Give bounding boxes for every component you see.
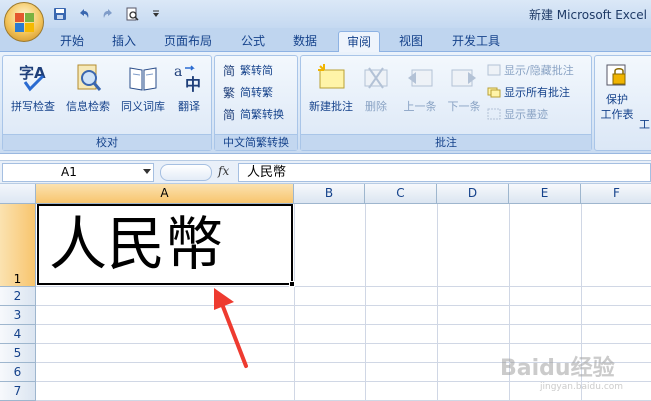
column-header-b[interactable]: B [294,184,365,204]
tab-page-layout[interactable]: 页面布局 [156,31,220,52]
previous-comment-button[interactable]: 上一条 [395,60,445,130]
column-header-c[interactable]: C [365,184,437,204]
undo-icon[interactable] [74,5,94,23]
tab-view[interactable]: 视图 [391,31,431,52]
gridline [36,324,651,325]
comments-group-label: 批注 [301,134,591,150]
next-comment-icon [448,62,480,94]
window-title: 新建 Microsoft Excel [528,8,647,22]
customize-icon[interactable] [146,5,166,23]
formula-bar: A1 fx 人民幣 [0,160,651,184]
tab-insert[interactable]: 插入 [104,31,144,52]
row-header-7[interactable]: 7 [0,382,36,401]
office-logo-icon [15,13,35,33]
select-all-button[interactable] [0,184,36,204]
new-comment-icon [315,62,347,94]
chinese-conversion-group: 简 繁转简 繁 简转繁 简 简繁转换 中文简繁转换 [214,55,298,151]
protect-sheet-button[interactable]: 保护 工作表 [597,60,637,130]
quick-access-toolbar [50,4,166,24]
title-bar: 新建 Microsoft Excel [0,0,651,28]
row-header-6[interactable]: 6 [0,363,36,382]
comments-group: 新建批注 删除 上一条 下一条 显示/隐藏批注 显示所有批注 显示墨迹 批注 [300,55,592,151]
gridline [365,204,366,401]
translate-icon: a中 [173,62,205,94]
to-traditional-button[interactable]: 繁 简转繁 [223,82,273,102]
svg-text:a: a [174,64,182,80]
show-all-comments-icon [487,85,501,99]
proofing-group: 字A 拼写检查 信息检索 同义词库 a中 翻译 校对 [2,55,212,151]
name-box[interactable]: A1 [2,163,154,182]
svg-text:简: 简 [223,108,235,121]
tab-formulas[interactable]: 公式 [233,31,273,52]
delete-comment-icon [360,62,392,94]
row-header-1[interactable]: 1 [0,204,36,287]
gridline [437,204,438,401]
ribbon-tabs: 开始 插入 页面布局 公式 数据 审阅 视图 开发工具 [0,28,651,52]
ribbon: 字A 拼写检查 信息检索 同义词库 a中 翻译 校对 简 繁转简 繁 简转繁 简… [0,52,651,154]
formula-input[interactable]: 人民幣 [238,163,651,182]
translate-button[interactable]: a中 翻译 [161,60,217,130]
column-header-a[interactable]: A [36,184,294,204]
tab-review[interactable]: 审阅 [338,31,381,52]
previous-comment-icon [404,62,436,94]
gridline [36,305,651,306]
svg-text:中: 中 [185,75,201,94]
watermark: Baidu经验 [500,356,615,381]
show-hide-comment-icon [487,63,501,77]
svg-text:繁: 繁 [223,85,235,99]
chevron-down-icon[interactable] [143,169,151,174]
to-traditional-icon: 繁 [223,85,237,100]
thesaurus-icon [127,62,159,94]
column-header-d[interactable]: D [437,184,509,204]
svg-text:简: 简 [223,64,235,77]
tab-data[interactable]: 数据 [285,31,325,52]
delete-comment-button[interactable]: 删除 [351,60,401,130]
office-button[interactable] [4,2,44,42]
gridline [36,343,651,344]
fill-handle[interactable] [289,281,295,287]
column-header-e[interactable]: E [509,184,581,204]
research-icon [72,62,104,94]
svg-text:字A: 字A [19,64,46,82]
tab-developer[interactable]: 开发工具 [444,31,508,52]
to-simplified-button[interactable]: 简 繁转简 [223,60,273,80]
gridline [36,286,651,287]
tab-home[interactable]: 开始 [52,31,92,52]
insert-function-button[interactable]: fx [218,164,229,178]
chinese-convert-button[interactable]: 简 简繁转换 [223,104,284,124]
changes-truncated-label: 工 [639,118,650,131]
cell-a1[interactable]: 人民幣 [37,204,293,285]
annotation-arrow [214,288,248,368]
formula-bar-resize-handle[interactable] [160,164,212,181]
row-header-5[interactable]: 5 [0,344,36,363]
spelling-button[interactable]: 字A 拼写检查 [5,60,61,130]
research-button[interactable]: 信息检索 [60,60,116,130]
column-header-f[interactable]: F [581,184,651,204]
show-hide-comment-button[interactable]: 显示/隐藏批注 [487,60,574,80]
gridline [294,204,295,401]
row-header-4[interactable]: 4 [0,325,36,344]
save-icon[interactable] [50,5,70,23]
show-all-comments-button[interactable]: 显示所有批注 [487,82,570,102]
to-simplified-icon: 简 [223,63,237,78]
changes-group: 保护 工作表 工 [594,55,651,151]
row-header-2[interactable]: 2 [0,287,36,306]
proofing-group-label: 校对 [3,134,211,150]
lock-icon [604,62,630,88]
redo-icon[interactable] [98,5,118,23]
spelling-icon: 字A [17,62,49,94]
show-ink-icon [487,107,501,121]
show-ink-button[interactable]: 显示墨迹 [487,104,548,124]
watermark-url: jingyan.baidu.com [540,382,624,392]
row-header-3[interactable]: 3 [0,306,36,325]
chinese-convert-icon: 简 [223,107,237,122]
next-comment-button[interactable]: 下一条 [439,60,489,130]
print-preview-icon[interactable] [122,5,142,23]
chinese-group-label: 中文简繁转换 [215,134,297,150]
